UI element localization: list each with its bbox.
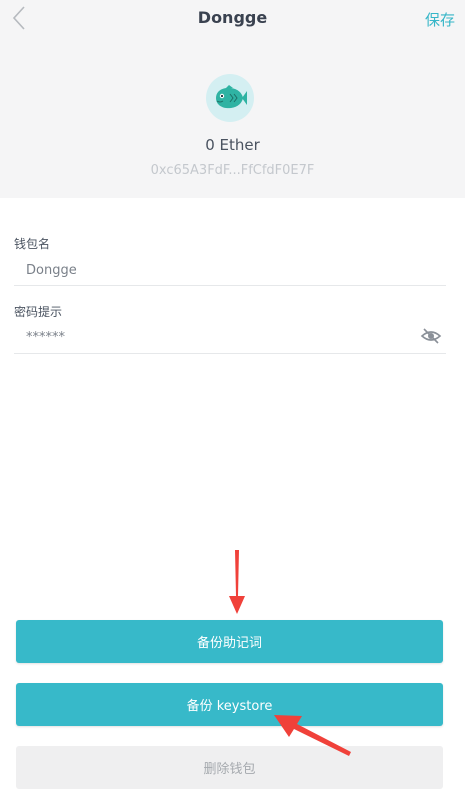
wallet-name-input[interactable]: Dongge <box>26 263 77 278</box>
wallet-address: 0xc65A3FdF...FfCfdF0E7F <box>150 163 315 178</box>
wallet-header: Dongge 保存 0 Ether 0xc65A3FdF...FfCfdF0E7… <box>0 0 465 198</box>
fish-avatar-icon <box>216 85 247 109</box>
eye-off-icon <box>420 328 442 344</box>
toggle-visibility-button[interactable] <box>420 326 442 346</box>
wallet-avatar <box>206 74 254 122</box>
password-hint-divider <box>14 353 446 354</box>
page-title: Dongge <box>197 8 268 27</box>
password-hint-input[interactable]: ****** <box>26 330 65 345</box>
annotation-arrow-down <box>229 550 245 614</box>
backup-mnemonic-button[interactable]: 备份助记词 <box>16 620 443 663</box>
backup-keystore-button[interactable]: 备份 keystore <box>16 683 443 726</box>
delete-wallet-button[interactable]: 删除钱包 <box>16 746 443 789</box>
wallet-name-divider <box>14 285 446 286</box>
wallet-balance: 0 Ether <box>205 136 260 154</box>
wallet-name-label: 钱包名 <box>14 237 51 251</box>
password-hint-label: 密码提示 <box>14 305 63 319</box>
save-button[interactable]: 保存 <box>425 9 455 30</box>
